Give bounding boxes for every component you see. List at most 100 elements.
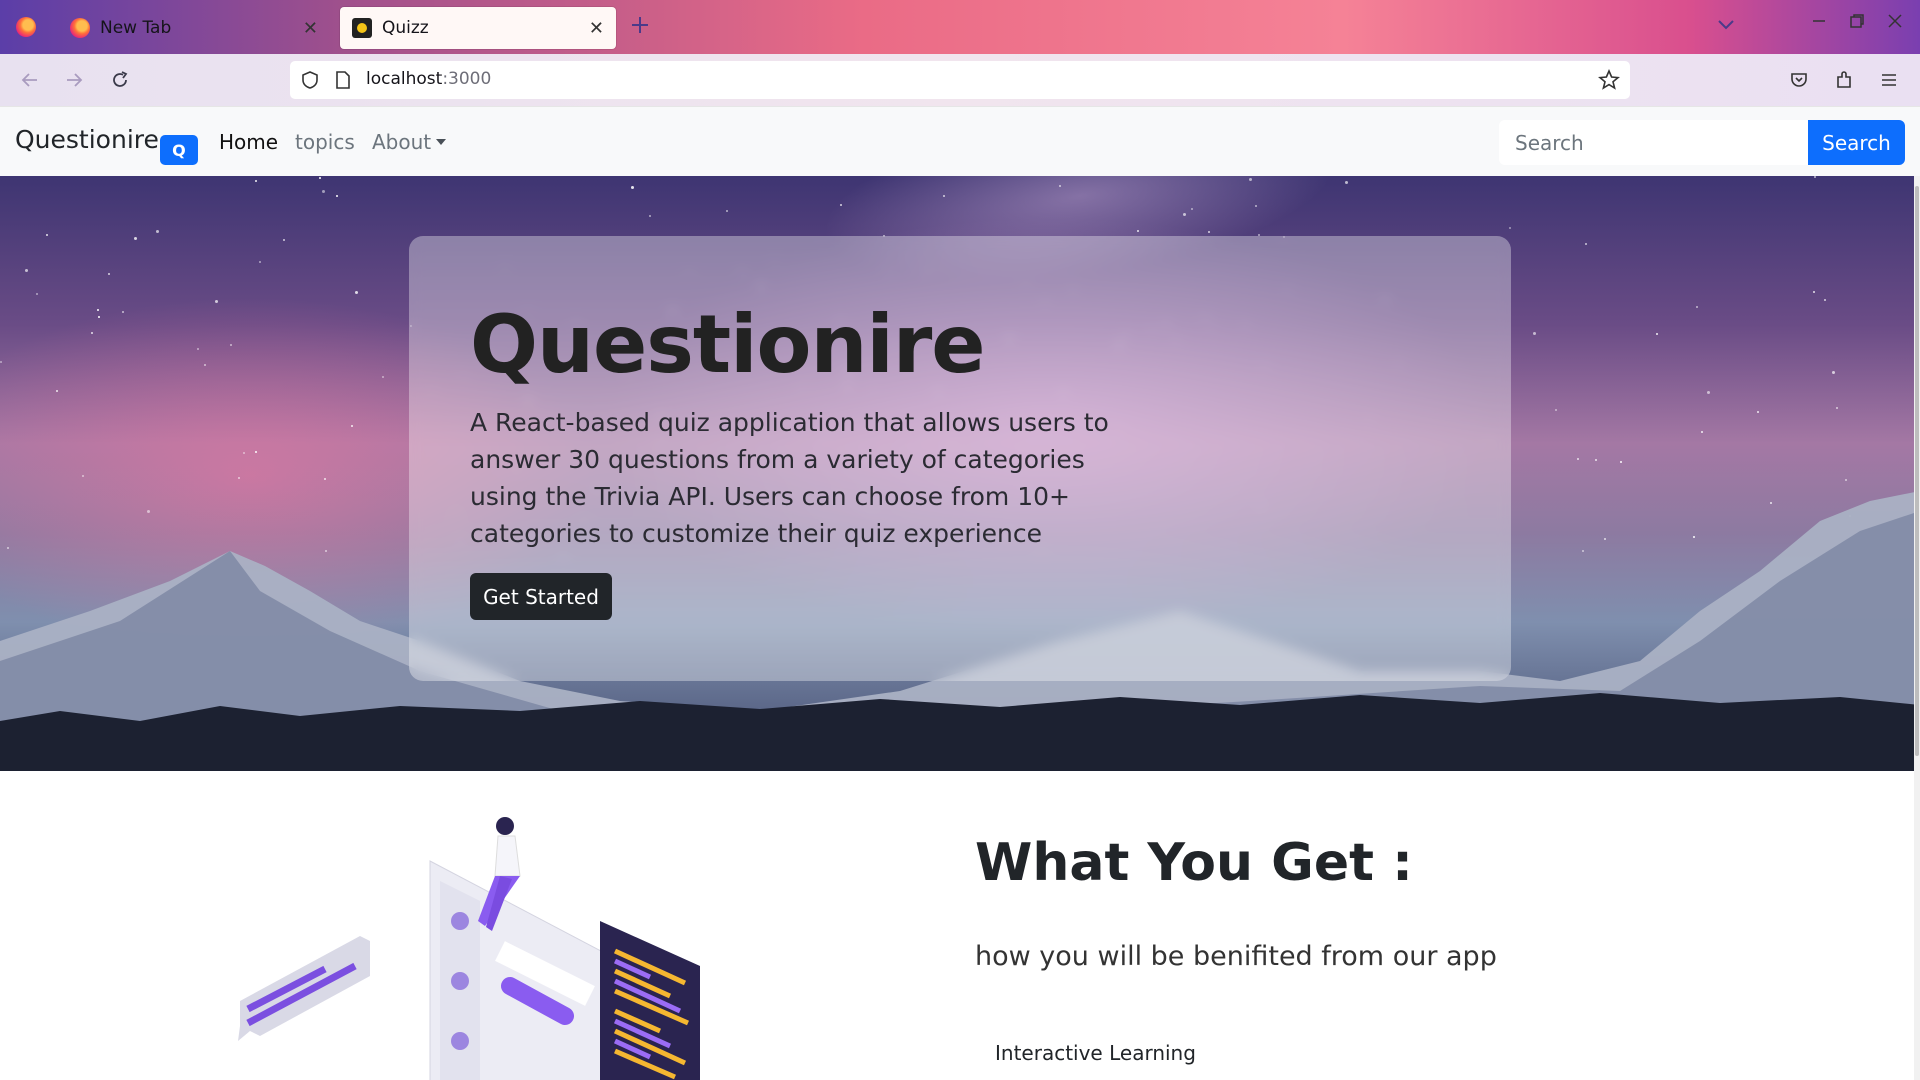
star-dot [1137,230,1139,232]
nav-dropdown-about[interactable]: About [372,130,447,154]
address-bar[interactable]: localhost:3000 [290,61,1630,99]
star-dot [1059,185,1061,187]
arrow-left-icon [21,73,37,87]
star-dot [1832,371,1835,374]
tab-title: New Tab [100,18,172,38]
features-section: What You Get : how you will be benifited… [0,771,1920,1080]
pocket-icon [1791,73,1807,87]
star-dot [1255,205,1257,207]
star-dot [255,451,257,453]
nav-link-topics[interactable]: topics [295,130,355,154]
page-scrollbar[interactable] [1914,176,1920,1080]
star-dot [0,361,2,363]
star-dot [322,190,325,193]
firefox-icon [16,17,36,37]
browser-tab-strip: New Tab ✕ Quizz ✕ [0,0,1920,54]
star-dot [1345,181,1348,184]
star-dot [156,230,159,233]
star-dot [319,177,321,179]
features-subtitle: how you will be benifited from our app [975,941,1497,972]
url-port: :3000 [442,69,492,89]
forward-button[interactable] [60,66,88,94]
star-dot [631,186,634,189]
star-dot [1836,407,1838,409]
star-dot [1813,291,1815,293]
star-dot [649,215,651,217]
star-dot [355,291,358,294]
star-dot [25,269,28,272]
star-dot [1249,178,1252,181]
tab-new-tab[interactable]: New Tab ✕ [58,7,330,49]
star-dot [215,300,218,303]
star-dot [943,195,945,197]
minimize-icon [1813,20,1825,22]
hamburger-icon [1882,74,1896,86]
star-dot [91,332,93,334]
star-dot [204,364,206,366]
feature-item: Interactive Learning [995,1041,1196,1065]
star-dot [1707,391,1710,394]
star-dot [197,348,199,350]
shield-icon[interactable] [300,70,320,94]
brand-logo[interactable]: Questionire Q [15,125,198,165]
star-dot [1696,306,1698,308]
star-dot [1555,409,1557,411]
star-dot [46,234,48,236]
developer-illustration [238,817,700,1080]
scrollbar-thumb[interactable] [1915,186,1919,756]
close-icon[interactable]: ✕ [589,18,604,39]
tab-quizz[interactable]: Quizz ✕ [340,7,616,49]
plus-icon [632,17,648,33]
minimize-button[interactable] [1810,12,1828,35]
star-dot [1595,459,1597,461]
star-dot [56,390,58,392]
star-dot [1208,231,1210,233]
star-dot [97,309,99,311]
star-icon[interactable] [1598,68,1620,95]
star-dot [259,261,261,263]
list-all-tabs-button[interactable] [1716,14,1736,38]
hero-description: A React-based quiz application that allo… [470,408,1109,548]
star-dot [336,195,338,197]
close-icon [1888,14,1902,28]
star-dot [1585,243,1587,245]
get-started-button[interactable]: Get Started [470,573,612,620]
app-navbar: Questionire Q Home topics About Search [0,106,1920,176]
restore-icon [1850,14,1864,28]
pocket-button[interactable] [1785,66,1813,94]
hero-card: Questionire A React-based quiz applicati… [409,236,1511,681]
brand-badge: Q [159,135,198,165]
chevron-down-icon [1718,20,1734,30]
back-button[interactable] [16,66,44,94]
browser-toolbar: localhost:3000 [0,54,1920,106]
puzzle-icon [1837,71,1851,88]
star-dot [1656,333,1658,335]
close-window-button[interactable] [1886,12,1904,35]
hero-title: Questionire [470,298,986,391]
nav-link-home[interactable]: Home [219,130,278,154]
star-dot [1620,461,1622,463]
star-dot [1814,176,1816,178]
page-icon[interactable] [334,70,352,94]
close-icon[interactable]: ✕ [303,18,318,39]
search-input[interactable] [1499,120,1809,165]
firefox-view-button[interactable] [0,0,52,54]
extensions-button[interactable] [1830,66,1858,94]
star-dot [122,311,124,313]
reload-button[interactable] [106,66,134,94]
brand-name: Questionire [15,125,159,154]
url-text[interactable]: localhost:3000 [366,69,491,89]
star-dot [36,293,38,295]
reload-icon [113,71,128,87]
star-dot [1509,227,1511,229]
star-dot [351,425,353,427]
star-dot [1183,213,1186,216]
url-host: localhost [366,69,443,89]
star-dot [1577,458,1579,460]
star-dot [134,237,137,240]
new-tab-button[interactable] [630,12,650,42]
app-menu-button[interactable] [1875,66,1903,94]
search-button[interactable]: Search [1808,120,1905,165]
star-dot [726,210,728,212]
restore-button[interactable] [1848,12,1866,35]
